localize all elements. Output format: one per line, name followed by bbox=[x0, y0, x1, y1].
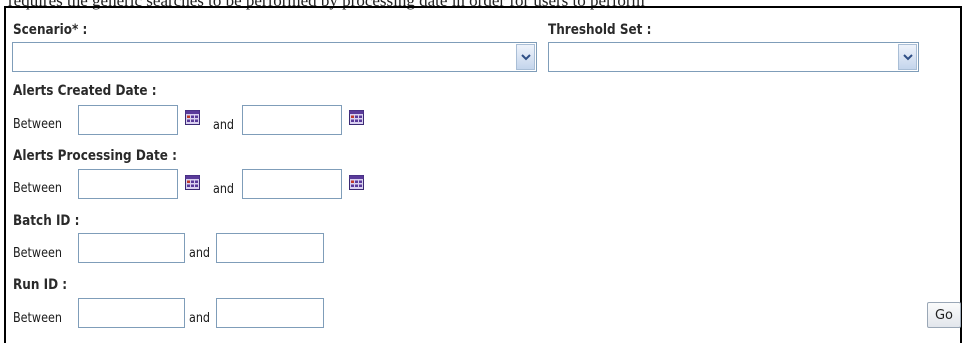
alerts-created-date-from-input[interactable] bbox=[78, 105, 178, 135]
alerts-processing-date-label: Alerts Processing Date : bbox=[13, 148, 177, 164]
threshold-set-select[interactable] bbox=[548, 42, 919, 72]
and-label: and bbox=[189, 246, 211, 261]
run-id-label: Run ID : bbox=[13, 277, 68, 293]
chevron-down-icon[interactable] bbox=[516, 44, 535, 70]
and-label: and bbox=[213, 182, 235, 197]
between-label: Between bbox=[13, 246, 62, 261]
alerts-created-date-label: Alerts Created Date : bbox=[13, 83, 157, 99]
threshold-set-label: Threshold Set : bbox=[548, 22, 652, 38]
alerts-created-date-to-input[interactable] bbox=[242, 105, 342, 135]
between-label: Between bbox=[13, 311, 62, 326]
alerts-processing-date-from-input[interactable] bbox=[78, 169, 178, 199]
alerts-processing-date-to-input[interactable] bbox=[242, 169, 342, 199]
run-id-from-input[interactable] bbox=[78, 298, 185, 328]
chevron-down-icon[interactable] bbox=[898, 44, 917, 70]
scenario-label: Scenario* : bbox=[13, 22, 88, 38]
run-id-to-input[interactable] bbox=[216, 298, 324, 328]
calendar-icon[interactable] bbox=[185, 110, 200, 125]
calendar-icon[interactable] bbox=[349, 110, 364, 125]
calendar-icon[interactable] bbox=[349, 175, 364, 190]
and-label: and bbox=[189, 311, 211, 326]
calendar-icon[interactable] bbox=[185, 175, 200, 190]
scenario-select[interactable] bbox=[12, 42, 537, 72]
between-label: Between bbox=[13, 181, 62, 196]
and-label: and bbox=[213, 118, 235, 133]
batch-id-label: Batch ID : bbox=[13, 213, 80, 229]
batch-id-to-input[interactable] bbox=[216, 233, 324, 263]
go-button[interactable]: Go bbox=[927, 302, 961, 328]
between-label: Between bbox=[13, 117, 62, 132]
batch-id-from-input[interactable] bbox=[78, 233, 185, 263]
